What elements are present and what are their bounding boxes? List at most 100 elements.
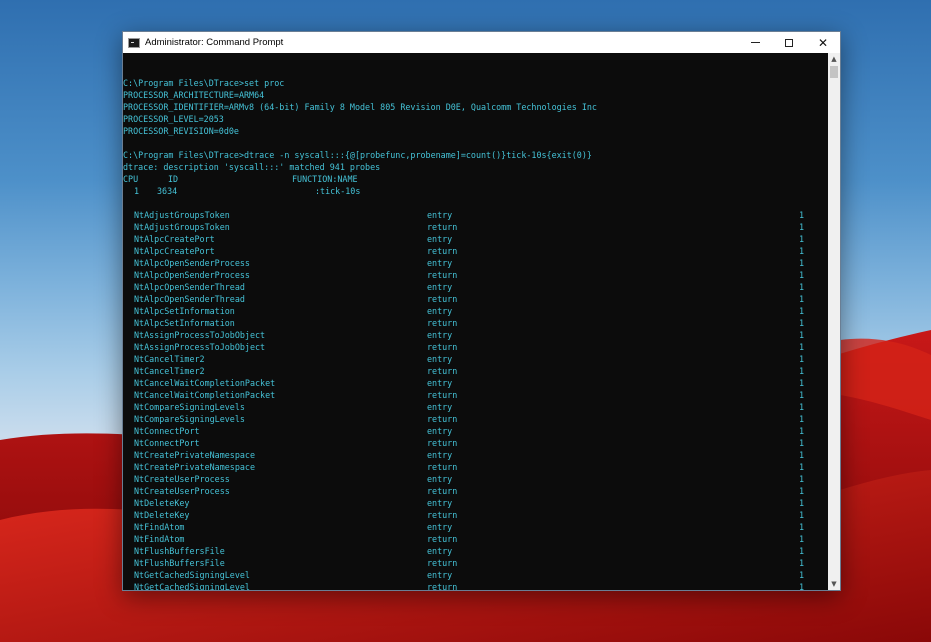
table-row: NtAdjustGroupsToken entry 1: [123, 209, 828, 221]
header-id: ID: [168, 174, 179, 184]
row-function: NtCancelTimer2: [134, 354, 205, 364]
row-function: NtAssignProcessToJobObject: [134, 342, 266, 352]
row-count: 1: [799, 522, 805, 532]
row-function: NtConnectPort: [134, 438, 200, 448]
row-count: 1: [799, 210, 805, 220]
row-probename: entry: [427, 330, 453, 340]
table-row: NtAdjustGroupsToken return 1: [123, 221, 828, 233]
table-row: NtCreateUserProcess return 1: [123, 485, 828, 497]
table-row: NtAlpcOpenSenderProcess return 1: [123, 269, 828, 281]
row-function: NtAlpcCreatePort: [134, 246, 215, 256]
scrollbar-thumb[interactable]: [830, 66, 838, 78]
window-title: Administrator: Command Prompt: [145, 37, 284, 48]
row-function: NtCreateUserProcess: [134, 486, 230, 496]
row-function: NtAlpcOpenSenderThread: [134, 282, 245, 292]
row-probename: entry: [427, 258, 453, 268]
row-probename: entry: [427, 498, 453, 508]
row-probename: entry: [427, 402, 453, 412]
row-function: NtDeleteKey: [134, 510, 190, 520]
row-function: NtAlpcOpenSenderThread: [134, 294, 245, 304]
row-function: NtAlpcCreatePort: [134, 234, 215, 244]
row-count: 1: [799, 534, 805, 544]
row-probename: return: [427, 318, 458, 328]
console-line: PROCESSOR_ARCHITECTURE=ARM64: [123, 90, 265, 100]
row-count: 1: [799, 330, 805, 340]
row-function: NtCancelWaitCompletionPacket: [134, 378, 276, 388]
row-probename: entry: [427, 354, 453, 364]
row-function: NtConnectPort: [134, 426, 200, 436]
row-function: NtFindAtom: [134, 522, 185, 532]
table-row: NtCreateUserProcess entry 1: [123, 473, 828, 485]
row-count: 1: [799, 354, 805, 364]
table-row: NtGetCachedSigningLevel return 1: [123, 581, 828, 590]
column-header: CPU ID FUNCTION:NAME: [123, 173, 828, 185]
header-cpu: CPU: [123, 174, 139, 184]
row-count: 1: [799, 342, 805, 352]
row-probename: return: [427, 222, 458, 232]
row-count: 1: [799, 570, 805, 580]
scroll-down-icon[interactable]: ▼: [828, 578, 840, 590]
row-function: NtFindAtom: [134, 534, 185, 544]
row-probename: return: [427, 558, 458, 568]
row-count: 1: [799, 486, 805, 496]
row-function: NtCreateUserProcess: [134, 474, 230, 484]
row-function: NtFlushBuffersFile: [134, 558, 225, 568]
row-count: 1: [799, 438, 805, 448]
row-function: NtCancelWaitCompletionPacket: [134, 390, 276, 400]
row-count: 1: [799, 390, 805, 400]
row-function: NtAssignProcessToJobObject: [134, 330, 266, 340]
row-function: NtFlushBuffersFile: [134, 546, 225, 556]
row-count: 1: [799, 318, 805, 328]
minimize-icon: [750, 42, 760, 43]
row-count: 1: [799, 558, 805, 568]
probe-name: :tick-10s: [315, 186, 361, 196]
row-function: NtCompareSigningLevels: [134, 414, 245, 424]
console-output[interactable]: C:\Program Files\DTrace>set proc PROCESSO…: [123, 53, 828, 590]
row-probename: entry: [427, 234, 453, 244]
row-count: 1: [799, 402, 805, 412]
console-line: PROCESSOR_LEVEL=2053: [123, 114, 224, 124]
probe-line: 1 3634:tick-10s: [123, 185, 828, 197]
table-row: NtAlpcOpenSenderThread return 1: [123, 293, 828, 305]
table-row: NtCreatePrivateNamespace return 1: [123, 461, 828, 473]
row-probename: return: [427, 246, 458, 256]
minimize-button[interactable]: [738, 32, 772, 53]
maximize-button[interactable]: [772, 32, 806, 53]
row-count: 1: [799, 258, 805, 268]
console-line: PROCESSOR_IDENTIFIER=ARMv8 (64-bit) Fami…: [123, 102, 597, 112]
row-count: 1: [799, 294, 805, 304]
row-probename: return: [427, 582, 458, 590]
scroll-up-icon[interactable]: ▲: [828, 53, 840, 65]
row-probename: return: [427, 390, 458, 400]
row-probename: return: [427, 510, 458, 520]
row-probename: return: [427, 486, 458, 496]
row-function: NtAlpcOpenSenderProcess: [134, 270, 250, 280]
table-row: NtAlpcCreatePort return 1: [123, 245, 828, 257]
cmd-app-icon[interactable]: [128, 37, 140, 48]
table-row: NtCancelTimer2 entry 1: [123, 353, 828, 365]
row-probename: entry: [427, 450, 453, 460]
row-probename: return: [427, 462, 458, 472]
row-function: NtAlpcSetInformation: [134, 306, 235, 316]
row-probename: entry: [427, 570, 453, 580]
close-button[interactable]: ✕: [806, 32, 840, 53]
row-probename: return: [427, 366, 458, 376]
row-count: 1: [799, 498, 805, 508]
row-function: NtCompareSigningLevels: [134, 402, 245, 412]
row-count: 1: [799, 306, 805, 316]
row-probename: entry: [427, 426, 453, 436]
row-probename: return: [427, 294, 458, 304]
table-row: NtConnectPort entry 1: [123, 425, 828, 437]
row-count: 1: [799, 282, 805, 292]
vertical-scrollbar[interactable]: ▲ ▼: [828, 53, 840, 590]
row-count: 1: [799, 366, 805, 376]
header-function-name: FUNCTION:NAME: [292, 174, 358, 184]
row-function: NtCreatePrivateNamespace: [134, 450, 256, 460]
row-probename: return: [427, 438, 458, 448]
title-bar[interactable]: Administrator: Command Prompt ✕: [123, 32, 840, 53]
row-probename: entry: [427, 282, 453, 292]
console-line: PROCESSOR_REVISION=0d0e: [123, 126, 239, 136]
row-probename: entry: [427, 378, 453, 388]
